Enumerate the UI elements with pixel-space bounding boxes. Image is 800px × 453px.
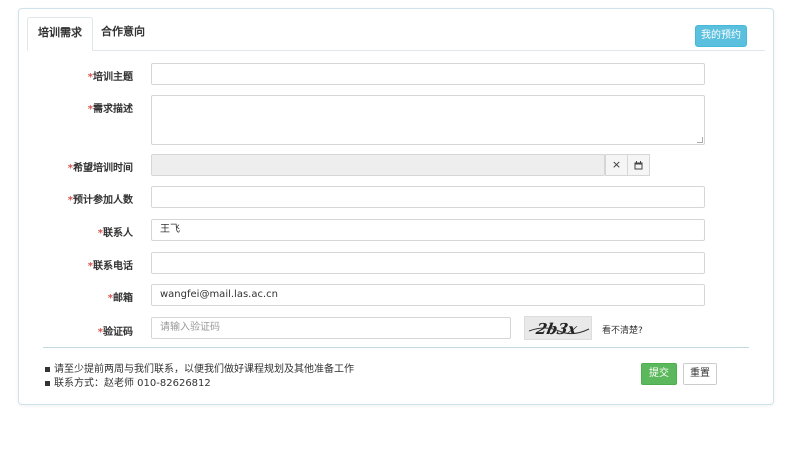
tab-training-needs[interactable]: 培训需求 [27,17,93,51]
description-label: *需求描述 [19,100,133,115]
captcha-image[interactable]: 2b3x [524,316,592,340]
captcha-text: 2b3x [534,320,580,338]
description-label-text: 需求描述 [93,104,133,115]
email-label: *邮箱 [19,289,133,304]
reset-button[interactable]: 重置 [683,363,717,385]
preferred-time-label-text: 希望培训时间 [73,163,133,174]
note-text: 联系方式：赵老师 010-82626812 [54,378,211,389]
contact-label: *联系人 [19,224,133,239]
note-item: 联系方式：赵老师 010-82626812 [45,377,354,391]
clear-date-icon[interactable]: × [605,154,628,176]
tab-bar: 培训需求 合作意向 我的预约 [27,17,765,51]
preferred-time-input[interactable] [151,154,605,176]
email-input[interactable]: wangfei@mail.las.ac.cn [151,284,705,306]
participants-label-text: 预计参加人数 [73,195,133,206]
captcha-input[interactable]: 请输入验证码 [151,317,511,339]
training-topic-label: *培训主题 [19,68,133,83]
contact-label-text: 联系人 [103,228,133,239]
description-textarea[interactable] [151,95,705,145]
bullet-icon [45,380,50,386]
calendar-icon[interactable] [627,154,650,176]
captcha-refresh-link[interactable]: 看不清楚? [602,323,643,336]
training-topic-input[interactable] [151,63,705,85]
divider [43,347,749,348]
captcha-label-text: 验证码 [103,327,133,338]
my-appointments-button[interactable]: 我的预约 [695,25,747,47]
training-topic-label-text: 培训主题 [93,72,133,83]
participants-input[interactable] [151,186,705,208]
submit-button[interactable]: 提交 [641,363,677,385]
participants-label: *预计参加人数 [19,191,133,206]
tab-cooperation[interactable]: 合作意向 [91,17,155,51]
form-panel: 培训需求 合作意向 我的预约 *培训主题 *需求描述 *希望培训时间 × *预计… [18,8,774,405]
phone-input[interactable] [151,252,705,274]
notes: 请至少提前两周与我们联系，以便我们做好课程规划及其他准备工作 联系方式：赵老师 … [45,363,354,391]
preferred-time-label: *希望培训时间 [19,159,133,174]
phone-label: *联系电话 [19,257,133,272]
captcha-label: *验证码 [19,323,133,338]
note-item: 请至少提前两周与我们联系，以便我们做好课程规划及其他准备工作 [45,363,354,377]
contact-input[interactable]: 王飞 [151,219,705,241]
note-text: 请至少提前两周与我们联系，以便我们做好课程规划及其他准备工作 [54,364,354,375]
resize-handle-icon[interactable] [697,137,703,143]
phone-label-text: 联系电话 [93,261,133,272]
email-label-text: 邮箱 [113,293,133,304]
bullet-icon [45,366,50,372]
